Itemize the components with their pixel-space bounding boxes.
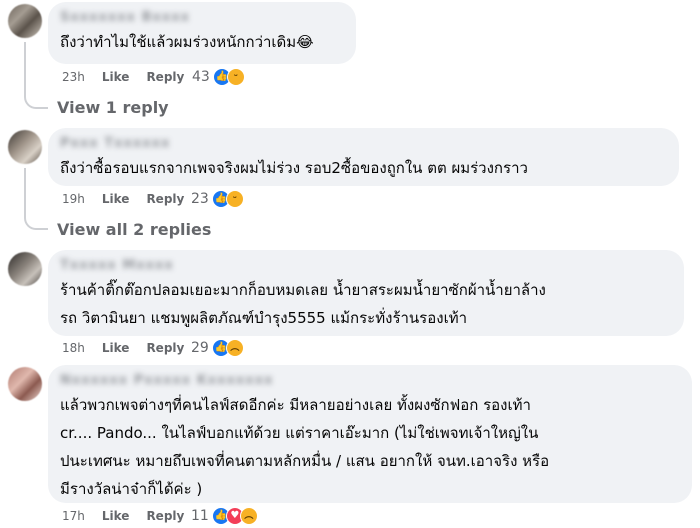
reply-button[interactable]: Reply [146,192,184,206]
view-replies-link[interactable]: View all 2 replies [57,220,211,239]
comment-actions: 18h Like Reply [62,338,201,358]
timestamp[interactable]: 17h [62,509,85,523]
reply-button[interactable]: Reply [146,509,184,523]
comment-author[interactable]: Pxxx Txxxxxx [60,136,667,154]
thread-line [24,42,48,109]
avatar[interactable] [8,4,42,38]
comment-actions: 19h Like Reply [62,189,201,209]
comment-text: แล้วพวกเพจต่างๆที่คนไลฟ์สดอีกค่ะ มีหลายอ… [60,396,550,498]
like-button[interactable]: Like [102,341,130,355]
reaction-summary[interactable]: 29 👍 ︵ [191,338,244,358]
comment-text: ถึงว่าซื้อรอบแรกจากเพจจริงผมไม่ร่วง รอบ2… [60,159,528,177]
reaction-count: 23 [191,191,209,207]
avatar[interactable] [8,130,42,164]
comment-bubble: Nxxxxxx Pxxxxx Kxxxxxxx แล้วพวกเพจต่างๆท… [48,365,692,503]
sad-icon: ︵ [239,507,258,525]
thread-line [24,168,48,230]
avatar[interactable] [8,252,42,286]
timestamp[interactable]: 19h [62,192,85,206]
reaction-summary[interactable]: 11 👍 ♥ ︵ [191,506,258,526]
reaction-summary[interactable]: 43 👍 ᵕ [192,67,245,87]
comment-bubble: Sxxxxxxx Bxxxx ถึงว่าทำไมใช้แล้วผมร่วงหน… [48,2,356,64]
avatar[interactable] [8,367,42,401]
comment-text: ถึงว่าทำไมใช้แล้วผมร่วงหนักกว่าเดิม😂 [60,33,314,51]
reaction-summary[interactable]: 23 👍 ᵕ [191,189,244,209]
view-replies-link[interactable]: View 1 reply [57,98,169,117]
like-button[interactable]: Like [102,509,130,523]
timestamp[interactable]: 23h [62,70,85,84]
comment-text: ร้านค้าติ๊กต๊อกปลอมเยอะมากก็อบหมดเลย น้ำ… [60,281,546,327]
haha-icon: ᵕ [225,190,244,208]
haha-icon: ᵕ [226,68,245,86]
comment-actions: 17h Like Reply [62,506,201,526]
sad-icon: ︵ [225,339,244,357]
timestamp[interactable]: 18h [62,341,85,355]
reaction-count: 11 [191,508,209,524]
comment-bubble: Txxxxx Mxxxx ร้านค้าติ๊กต๊อกปลอมเยอะมากก… [48,250,684,336]
reaction-count: 43 [192,69,210,85]
comment-actions: 23h Like Reply [62,67,201,87]
comment-author[interactable]: Nxxxxxx Pxxxxx Kxxxxxxx [60,373,680,391]
reaction-count: 29 [191,340,209,356]
reply-button[interactable]: Reply [146,70,184,84]
comment-author[interactable]: Txxxxx Mxxxx [60,258,672,276]
like-button[interactable]: Like [102,192,130,206]
like-button[interactable]: Like [102,70,130,84]
comment-author[interactable]: Sxxxxxxx Bxxxx [60,10,344,28]
reply-button[interactable]: Reply [146,341,184,355]
comment-bubble: Pxxx Txxxxxx ถึงว่าซื้อรอบแรกจากเพจจริงผ… [48,128,679,186]
